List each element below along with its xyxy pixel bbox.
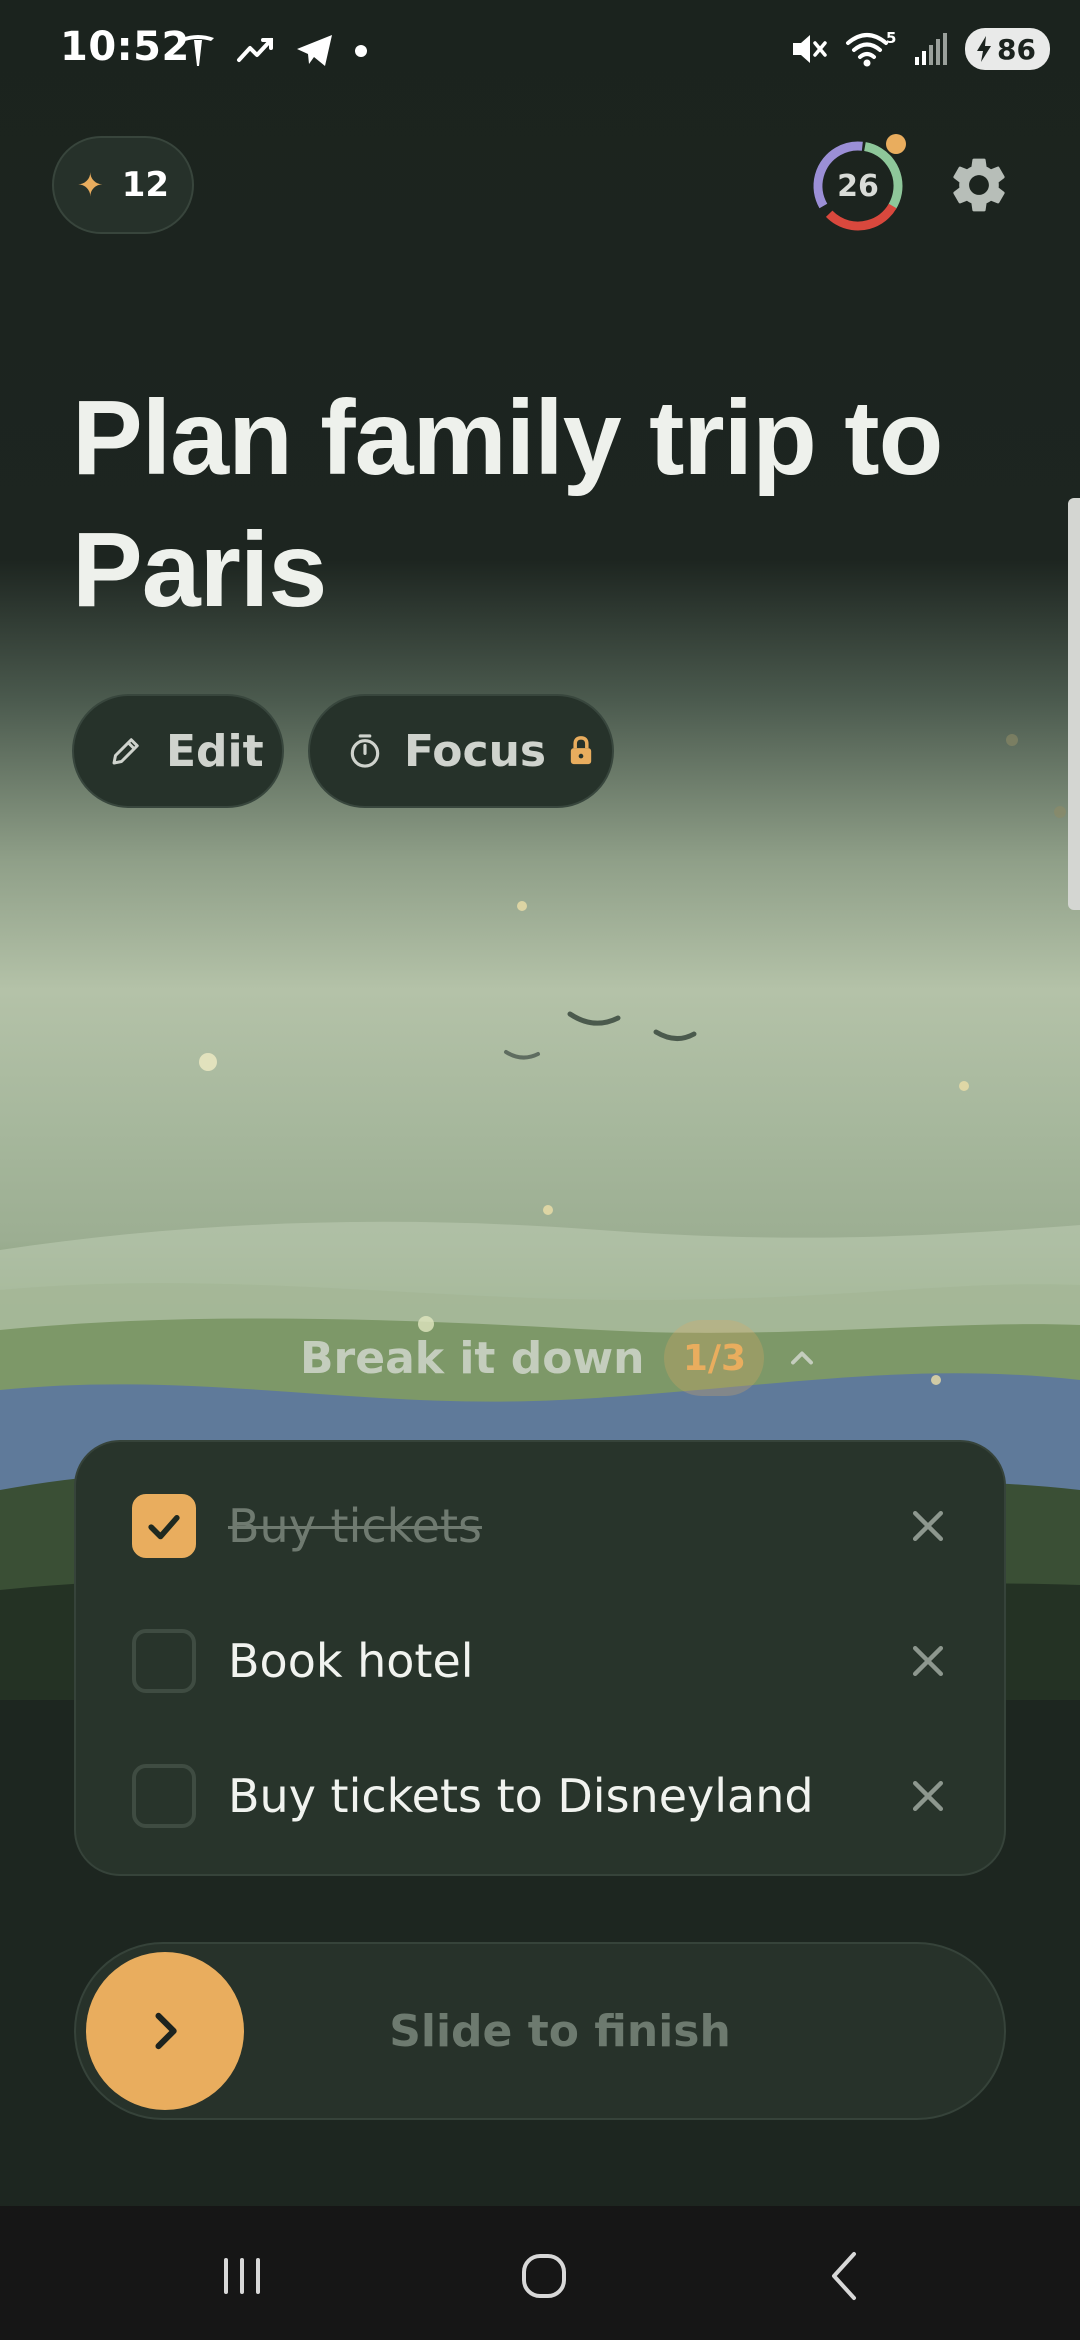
close-icon[interactable] <box>906 1504 950 1548</box>
scrollbar[interactable] <box>1068 498 1080 910</box>
back-icon[interactable] <box>816 2246 876 2306</box>
chevron-right-icon <box>155 2012 177 2050</box>
subtask-row: Buy tickets to Disneyland <box>76 1736 1004 1856</box>
streak-count: 12 <box>121 165 170 205</box>
timer-icon <box>350 734 380 768</box>
battery-level: 86 <box>997 32 1036 66</box>
checkmark-icon <box>148 1515 180 1540</box>
wifi-generation-label: 5 <box>886 29 896 47</box>
subtask-row: Book hotel <box>76 1601 1004 1721</box>
focus-button[interactable]: Focus <box>308 694 614 808</box>
status-bar: 10:52 5 86 <box>0 0 1080 100</box>
edit-label: Edit <box>166 725 264 777</box>
subtask-list: Buy tickets Book hotel Buy tickets to Di… <box>74 1440 1006 1876</box>
status-time: 10:52 <box>60 24 190 70</box>
subtask-label[interactable]: Buy tickets <box>228 1499 482 1553</box>
focus-label: Focus <box>404 725 547 777</box>
close-icon[interactable] <box>906 1774 950 1818</box>
subtask-count-badge: 1/3 <box>664 1320 765 1396</box>
subtask-row: Buy tickets <box>76 1466 1004 1586</box>
status-right-icons: 5 86 <box>789 26 1050 72</box>
trending-icon <box>237 38 273 62</box>
close-icon[interactable] <box>906 1639 950 1683</box>
slide-to-finish-track[interactable]: Slide to finish <box>74 1942 1006 2120</box>
gear-icon[interactable] <box>946 152 1012 218</box>
tesla-icon <box>182 35 214 66</box>
system-nav-bar <box>0 2206 1080 2340</box>
lock-icon <box>570 736 592 765</box>
telegram-icon <box>297 35 332 66</box>
edit-button[interactable]: Edit <box>72 694 284 808</box>
subtask-checkbox[interactable] <box>132 1494 196 1558</box>
chevron-up-icon <box>791 1351 814 1365</box>
wifi-icon: 5 <box>846 29 896 67</box>
subtask-label[interactable]: Book hotel <box>228 1634 474 1688</box>
battery-indicator: 86 <box>965 28 1050 70</box>
breakdown-toggle[interactable]: Break it down 1/3 <box>300 1320 820 1396</box>
slide-handle[interactable] <box>86 1952 244 2110</box>
signal-icon <box>915 33 948 65</box>
task-title: Plan family trip to Paris <box>72 379 943 629</box>
streak-counter-button[interactable]: ✦ 12 <box>52 136 194 234</box>
status-left-icons <box>178 28 368 72</box>
subtask-checkbox[interactable] <box>132 1629 196 1693</box>
task-detail-screen: 10:52 5 86 ✦ 12 26 Plan family trip to P… <box>0 0 1080 2340</box>
mute-icon <box>793 35 827 63</box>
dot-icon <box>355 45 367 57</box>
breakdown-label: Break it down <box>300 1332 645 1384</box>
notification-dot <box>886 134 906 154</box>
recent-apps-icon[interactable] <box>212 2246 272 2306</box>
charging-icon <box>977 36 992 62</box>
home-icon[interactable] <box>514 2246 574 2306</box>
pencil-icon <box>112 738 139 765</box>
sparkle-icon: ✦ <box>76 166 104 204</box>
subtask-checkbox[interactable] <box>132 1764 196 1828</box>
subtask-label[interactable]: Buy tickets to Disneyland <box>228 1769 814 1823</box>
